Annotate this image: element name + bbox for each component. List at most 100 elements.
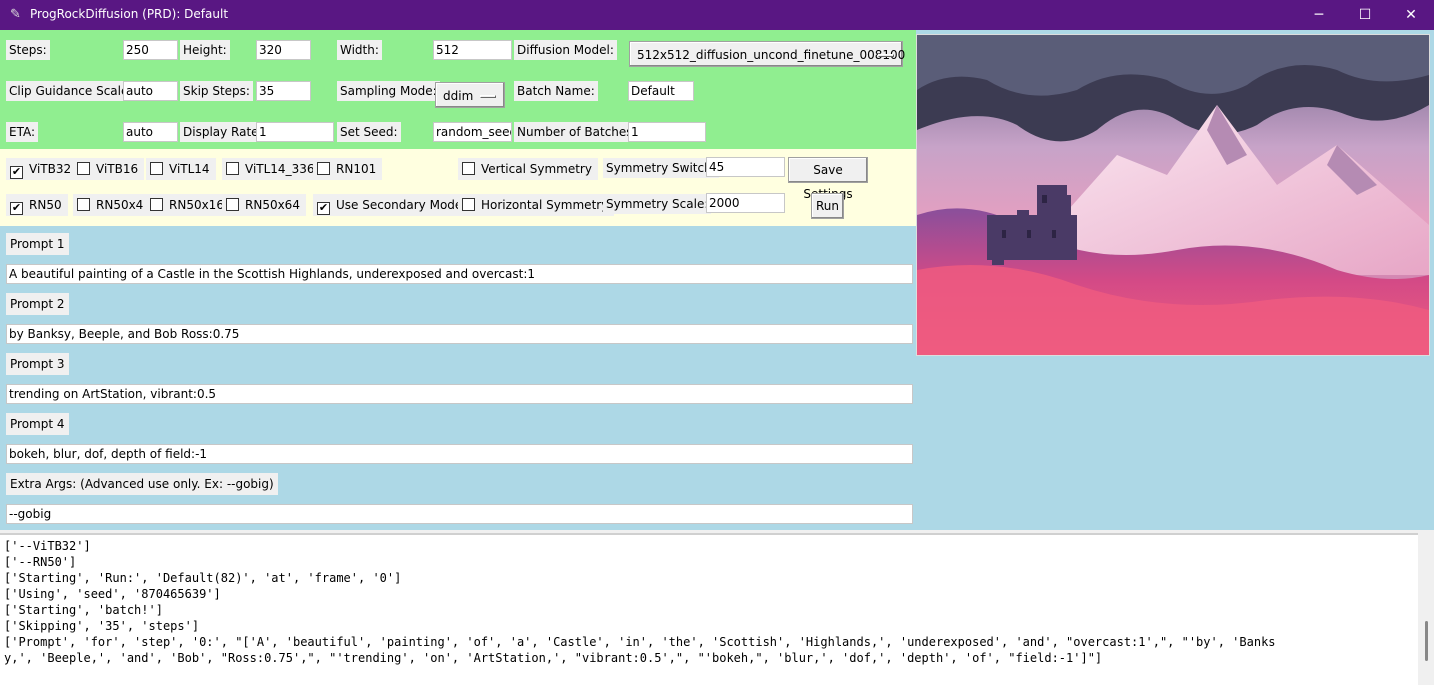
clip-guidance-input[interactable]: auto: [123, 81, 178, 101]
set-seed-input[interactable]: random_seed: [433, 122, 512, 142]
sampling-mode-select[interactable]: ddim: [435, 82, 505, 108]
console-output[interactable]: ['--ViTB32'] ['--RN50'] ['Starting', 'Ru…: [0, 533, 1418, 685]
run-button[interactable]: Run: [811, 193, 844, 219]
dropdown-indicator-icon: [480, 95, 496, 98]
symmetry-scale-input[interactable]: 2000: [706, 193, 785, 213]
save-settings-button[interactable]: Save Settings: [788, 157, 868, 201]
checkbox-box[interactable]: ✔: [10, 166, 23, 179]
prompt-4-input[interactable]: bokeh, blur, dof, depth of field:-1: [6, 444, 913, 464]
console-line: ['--RN50']: [4, 555, 77, 569]
prompt-3-input[interactable]: trending on ArtStation, vibrant:0.5: [6, 384, 913, 404]
width-input[interactable]: 512: [433, 40, 512, 60]
num-batches-input[interactable]: 1: [628, 122, 706, 142]
checkbox-label: Horizontal Symmetry: [481, 198, 609, 212]
prompt-1-input[interactable]: A beautiful painting of a Castle in the …: [6, 264, 913, 284]
console-line: ['Starting', 'Run:', 'Default(82)', 'at'…: [4, 571, 402, 585]
checkbox-label: Use Secondary Model: [336, 198, 466, 212]
checkbox-vertical-symmetry[interactable]: Vertical Symmetry: [458, 158, 598, 180]
diffusion-model-label: Diffusion Model:: [514, 40, 617, 60]
steps-label: Steps:: [6, 40, 50, 60]
skip-steps-label: Skip Steps:: [180, 81, 253, 101]
parameters-panel: Steps: 250 Height: 320 Width: 512 Diffus…: [0, 30, 916, 149]
checkbox-vitl14[interactable]: ViTL14: [146, 158, 216, 180]
display-rate-input[interactable]: 1: [256, 122, 334, 142]
prompt-2-label: Prompt 2: [6, 293, 69, 315]
checkbox-label: RN101: [336, 162, 377, 176]
close-button[interactable]: ✕: [1388, 0, 1434, 30]
checkbox-box[interactable]: [77, 162, 90, 175]
checkbox-box[interactable]: [226, 162, 239, 175]
checkbox-rn101[interactable]: RN101: [313, 158, 383, 180]
skip-steps-input[interactable]: 35: [256, 81, 311, 101]
checkbox-rn50[interactable]: ✔ RN50: [6, 194, 68, 216]
maximize-button[interactable]: ☐: [1342, 0, 1388, 30]
checkbox-label: RN50x64: [245, 198, 300, 212]
checkbox-rn50x16[interactable]: RN50x16: [146, 194, 230, 216]
sampling-mode-value: ddim: [443, 89, 474, 103]
steps-input[interactable]: 250: [123, 40, 178, 60]
diffusion-model-select[interactable]: 512x512_diffusion_uncond_finetune_008100: [629, 41, 906, 67]
models-panel: ✔ ViTB32 ViTB16 ViTL14 ViTL14_336 RN101 V…: [0, 149, 916, 226]
num-batches-label: Number of Batches:: [514, 122, 640, 142]
checkbox-label: RN50x16: [169, 198, 224, 212]
feather-icon: ✎: [10, 7, 21, 22]
checkbox-rn50x64[interactable]: RN50x64: [222, 194, 306, 216]
batch-name-input[interactable]: Default: [628, 81, 694, 101]
window-title: ProgRockDiffusion (PRD): Default: [30, 7, 229, 21]
extra-args-label: Extra Args: (Advanced use only. Ex: --go…: [6, 473, 278, 495]
console-line: ['--ViTB32']: [4, 539, 91, 553]
checkbox-label: ViTB32: [29, 162, 72, 176]
checkbox-label: ViTB16: [96, 162, 139, 176]
checkbox-vitb32[interactable]: ✔ ViTB32: [6, 158, 78, 180]
diffusion-model-value: 512x512_diffusion_uncond_finetune_008100: [637, 48, 906, 62]
clip-guidance-label: Clip Guidance Scale:: [6, 81, 136, 101]
checkbox-box[interactable]: [150, 198, 163, 211]
console-lines: ['--ViTB32'] ['--RN50'] ['Starting', 'Ru…: [4, 538, 1414, 666]
checkbox-horizontal-symmetry[interactable]: Horizontal Symmetry: [458, 194, 615, 216]
checkbox-vitl14-336[interactable]: ViTL14_336: [222, 158, 321, 180]
symmetry-switch-label: Symmetry Switch:: [603, 158, 719, 178]
castle-painting-image: [917, 35, 1429, 355]
checkbox-label: Vertical Symmetry: [481, 162, 592, 176]
checkbox-box[interactable]: [462, 162, 475, 175]
set-seed-label: Set Seed:: [337, 122, 401, 142]
checkbox-label: RN50x4: [96, 198, 144, 212]
console-line: ['Skipping', '35', 'steps']: [4, 619, 200, 633]
title-bar: ✎ ProgRockDiffusion (PRD): Default ─ ☐ ✕: [0, 0, 1434, 30]
checkbox-secondary-model[interactable]: ✔ Use Secondary Model: [313, 194, 472, 216]
checkbox-box[interactable]: [150, 162, 163, 175]
prompt-4-label: Prompt 4: [6, 413, 69, 435]
checkbox-box[interactable]: ✔: [10, 202, 23, 215]
checkbox-box[interactable]: [317, 162, 330, 175]
checkbox-rn50x4[interactable]: RN50x4: [73, 194, 150, 216]
console-line: ['Using', 'seed', '870465639']: [4, 587, 221, 601]
checkbox-label: ViTL14: [169, 162, 210, 176]
height-label: Height:: [180, 40, 230, 60]
prompts-panel: Prompt 1 A beautiful painting of a Castl…: [0, 226, 916, 530]
checkbox-label: RN50: [29, 198, 62, 212]
checkbox-box[interactable]: [77, 198, 90, 211]
display-rate-label: Display Rate:: [180, 122, 266, 142]
height-input[interactable]: 320: [256, 40, 311, 60]
checkbox-label: ViTL14_336: [245, 162, 315, 176]
prompt-3-label: Prompt 3: [6, 353, 69, 375]
prompt-1-label: Prompt 1: [6, 233, 69, 255]
symmetry-switch-input[interactable]: 45: [706, 157, 785, 177]
eta-label: ETA:: [6, 122, 39, 142]
console-scrollbar[interactable]: [1418, 533, 1434, 683]
symmetry-scale-label: Symmetry Scale:: [603, 194, 712, 214]
minimize-button[interactable]: ─: [1296, 0, 1342, 30]
checkbox-box[interactable]: [226, 198, 239, 211]
checkbox-vitb16[interactable]: ViTB16: [73, 158, 145, 180]
prompt-2-input[interactable]: by Banksy, Beeple, and Bob Ross:0.75: [6, 324, 913, 344]
checkbox-box[interactable]: [462, 198, 475, 211]
width-label: Width:: [337, 40, 382, 60]
checkbox-box[interactable]: ✔: [317, 202, 330, 215]
dropdown-indicator-icon: [878, 54, 894, 57]
console-line: ['Prompt', 'for', 'step', '0:', "['A', '…: [4, 635, 1276, 649]
scrollbar-thumb[interactable]: [1425, 621, 1428, 661]
eta-input[interactable]: auto: [123, 122, 178, 142]
extra-args-input[interactable]: --gobig: [6, 504, 913, 524]
batch-name-label: Batch Name:: [514, 81, 598, 101]
console-line: y,', 'Beeple,', 'and', 'Bob', "Ross:0.75…: [4, 651, 1103, 665]
